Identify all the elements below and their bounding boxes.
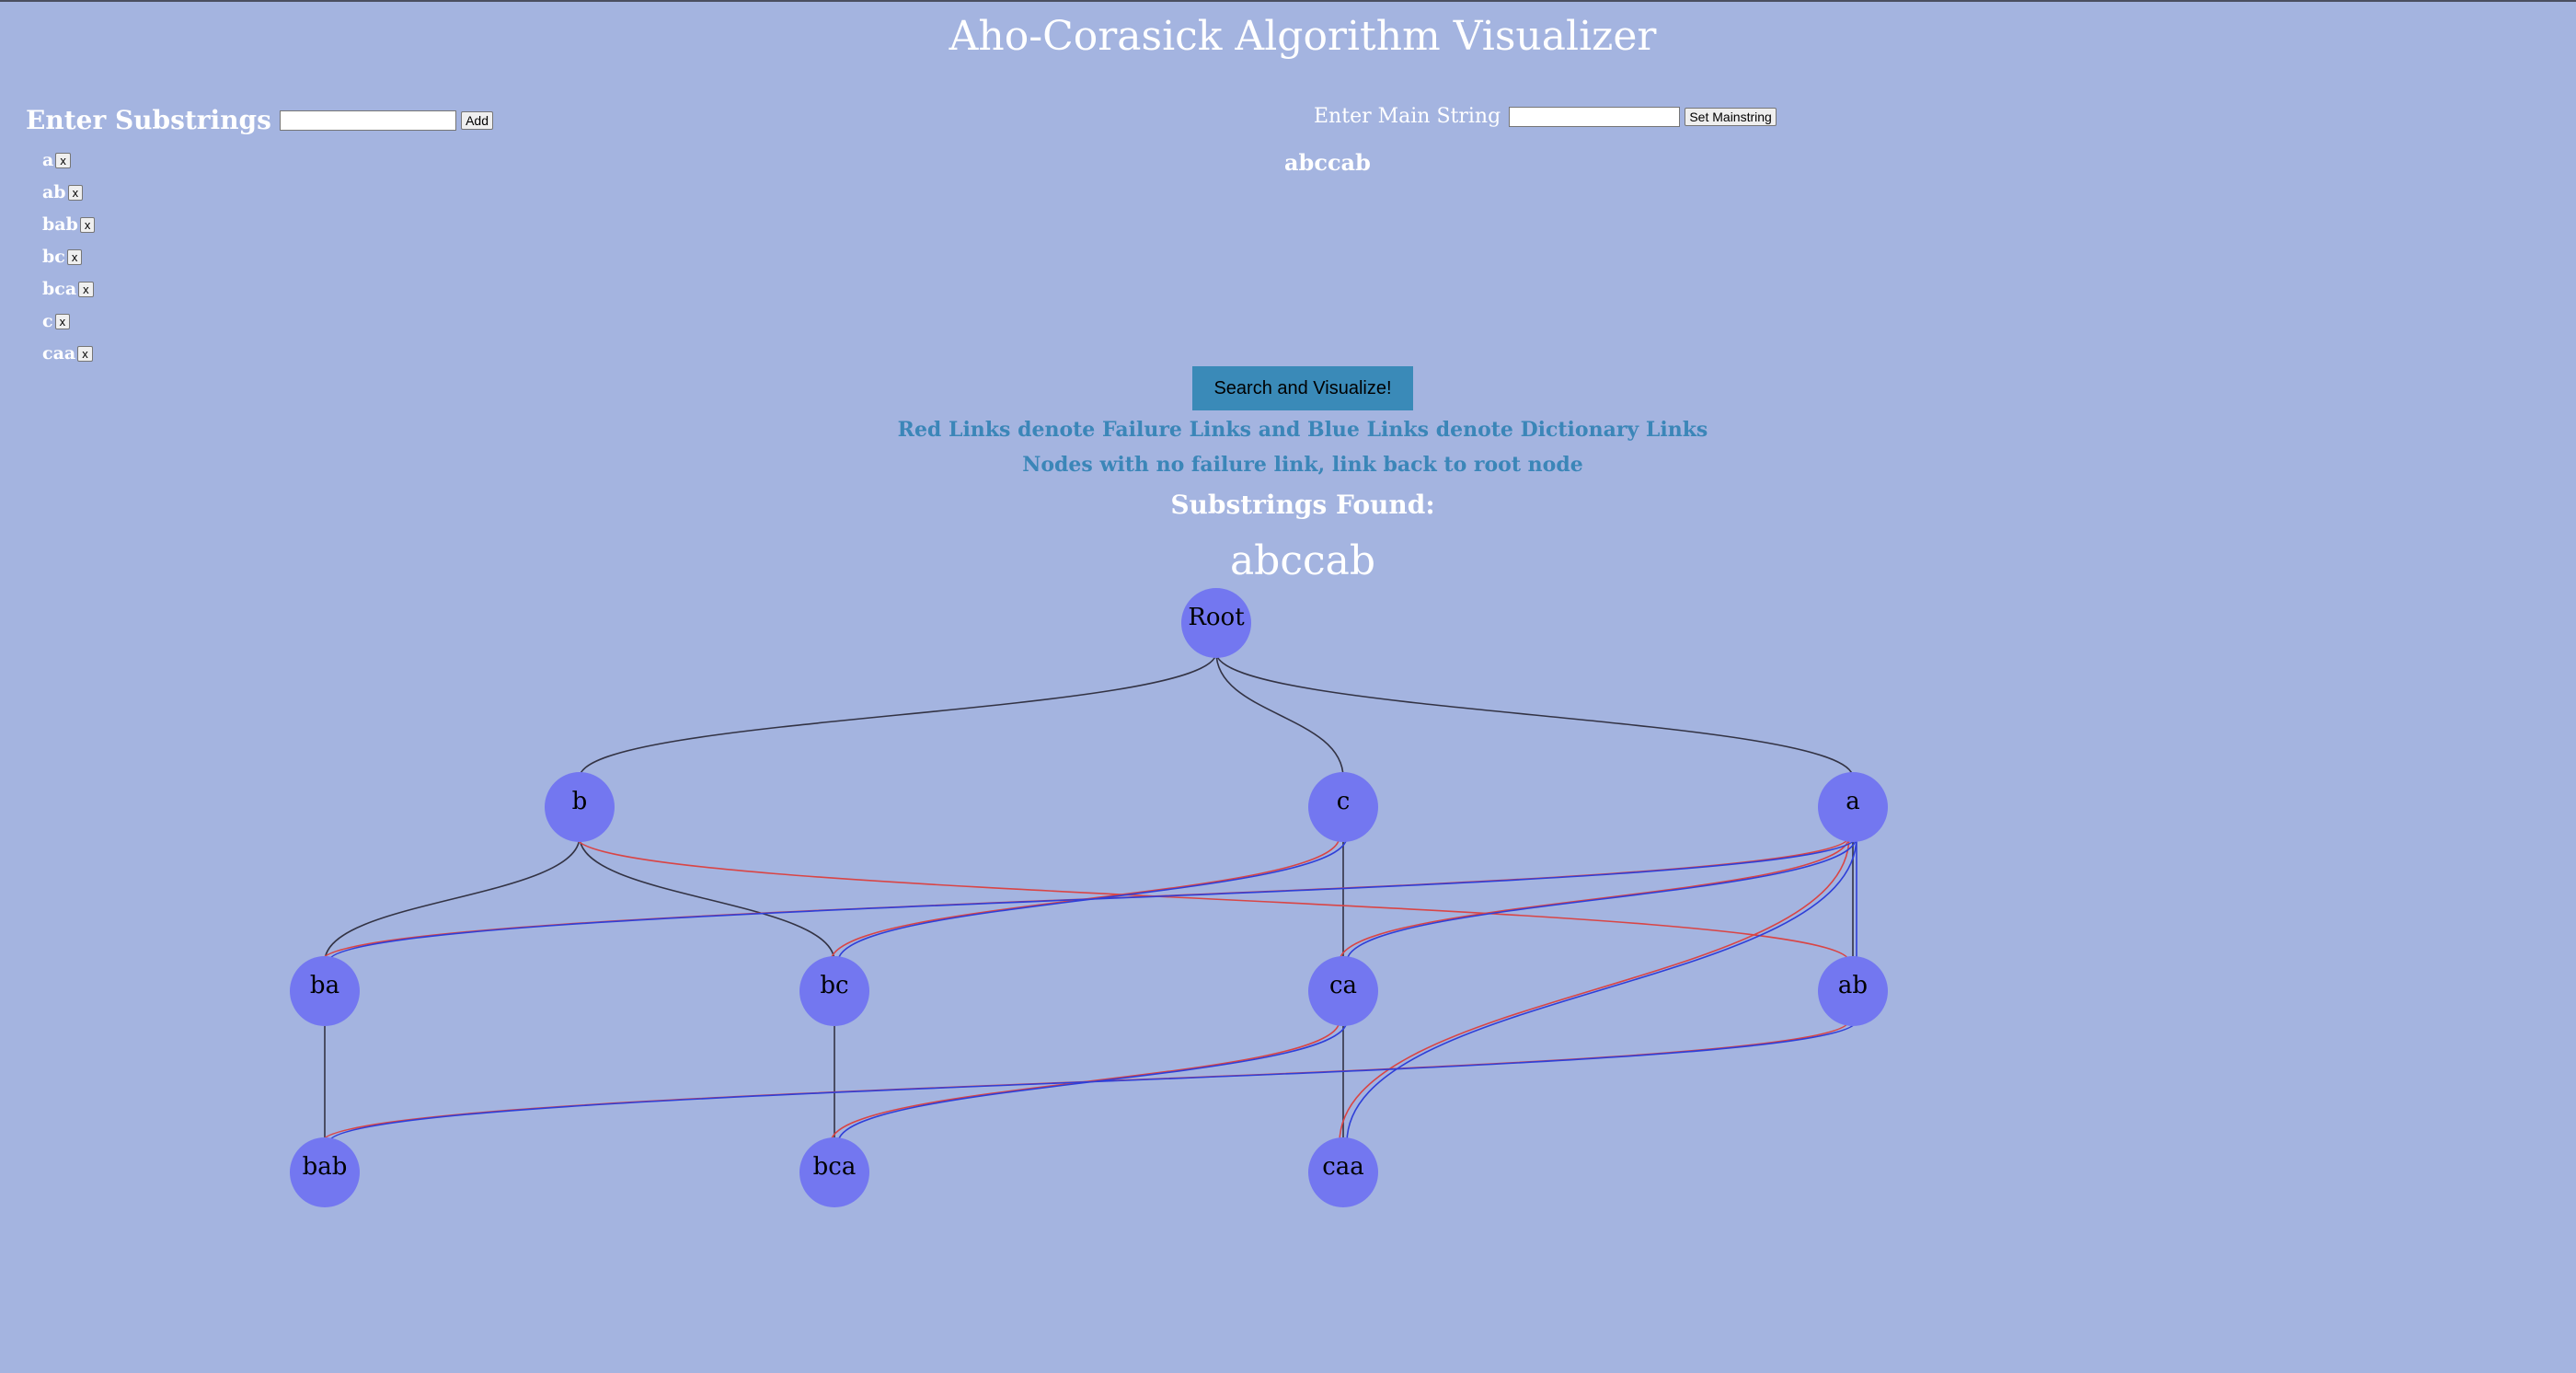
node-label: a	[1846, 788, 1860, 815]
tree-edge	[579, 652, 1217, 779]
tree-edge	[1215, 652, 1344, 779]
failure-link	[575, 836, 1850, 963]
node-label: ca	[1329, 972, 1357, 999]
node-label: c	[1337, 788, 1351, 815]
node-label: caa	[1322, 1153, 1364, 1181]
trie-node-ba: ba	[290, 956, 360, 1026]
trie-nodes: Rootb c aba bc ca abbab bca caa	[290, 588, 1888, 1207]
node-label: bca	[813, 1153, 857, 1181]
dictionary-link	[1346, 836, 1857, 1144]
dictionary-link	[837, 1020, 1348, 1144]
node-label: ba	[310, 972, 339, 999]
failure-link	[1339, 836, 1850, 1144]
trie-node-bca: bca	[799, 1137, 869, 1207]
trie-node-root: Root	[1181, 588, 1251, 658]
node-label: bc	[820, 972, 848, 999]
trie-node-a: a	[1818, 772, 1888, 842]
trie-edges	[320, 652, 1857, 1144]
tree-edge	[1215, 652, 1854, 779]
node-label: Root	[1188, 604, 1245, 631]
node-label: ab	[1838, 972, 1868, 999]
trie-node-ca: ca	[1308, 956, 1378, 1026]
trie-node-b: b	[545, 772, 615, 842]
trie-node-bc: bc	[799, 956, 869, 1026]
dictionary-link	[1346, 836, 1857, 963]
dictionary-link	[837, 836, 1348, 963]
node-label: bab	[303, 1153, 348, 1181]
trie-node-ab: ab	[1818, 956, 1888, 1026]
tree-edge	[324, 836, 581, 963]
trie-graph: Rootb c aba bc ca abbab bca caa	[290, 588, 1888, 1207]
trie-node-c: c	[1308, 772, 1378, 842]
trie-node-bab: bab	[290, 1137, 360, 1207]
trie-node-caa: caa	[1308, 1137, 1378, 1207]
failure-link	[1339, 836, 1850, 963]
node-label: b	[572, 788, 588, 815]
